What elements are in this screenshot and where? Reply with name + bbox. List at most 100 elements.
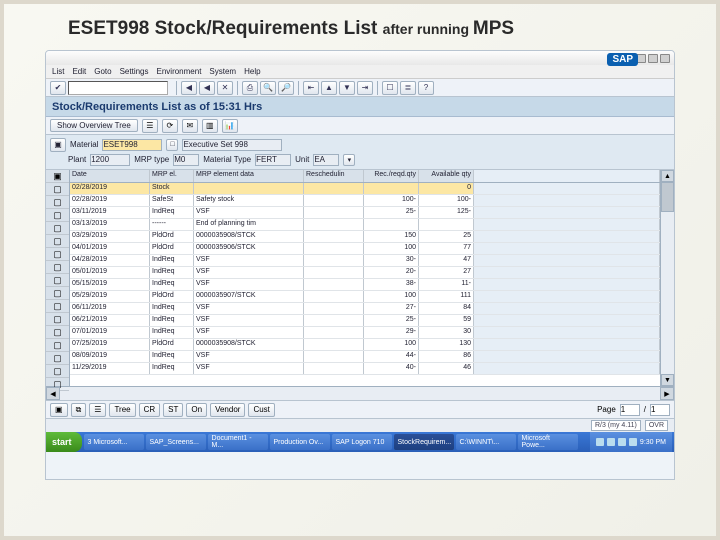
table-row[interactable]: 05/15/2019IndReqVSF38-11- xyxy=(70,279,660,291)
refresh-icon[interactable]: ⟳ xyxy=(162,119,178,133)
table-row[interactable]: 03/11/2019IndReqVSF25-125- xyxy=(70,207,660,219)
clock[interactable]: 9:30 PM xyxy=(640,439,666,446)
row-selector[interactable]: ▢ xyxy=(46,365,69,378)
row-selector[interactable]: ▢ xyxy=(46,248,69,261)
menu-help[interactable]: Help xyxy=(244,67,260,76)
menu-environment[interactable]: Environment xyxy=(157,67,202,76)
row-selector[interactable]: ▢ xyxy=(46,300,69,313)
close-button[interactable] xyxy=(660,54,670,63)
hscroll-track[interactable] xyxy=(60,387,660,400)
restore-button[interactable] xyxy=(648,54,658,63)
row-selector[interactable]: ▢ xyxy=(46,287,69,300)
material-field[interactable]: ESET998 xyxy=(102,139,162,151)
taskbar-item[interactable]: Document1 - M... xyxy=(208,434,268,450)
tray-icon[interactable] xyxy=(596,438,604,446)
taskbar-item[interactable]: Microsoft Powe... xyxy=(518,434,578,450)
taskbar-item[interactable]: C:\WINNT\... xyxy=(456,434,516,450)
table-row[interactable]: 08/09/2019IndReqVSF44-86 xyxy=(70,351,660,363)
scroll-down-icon[interactable]: ▼ xyxy=(661,374,674,386)
next-page-icon[interactable]: ▼ xyxy=(339,81,355,95)
row-selector[interactable]: ▢ xyxy=(46,339,69,352)
find-next-icon[interactable]: 🔎 xyxy=(278,81,294,95)
table-row[interactable]: 06/21/2019IndReqVSF25-59 xyxy=(70,315,660,327)
col-mrp-element[interactable]: MRP el. xyxy=(150,170,194,182)
taskbar-item[interactable]: SAP_Screens... xyxy=(146,434,206,450)
selection-expand-icon[interactable]: ▣ xyxy=(50,138,66,152)
table-row[interactable]: 02/28/2019SafeStSafety stock100-100- xyxy=(70,195,660,207)
last-page-icon[interactable]: ⇥ xyxy=(357,81,373,95)
start-button[interactable]: start xyxy=(46,432,82,452)
mail-icon[interactable]: ✉ xyxy=(182,119,198,133)
footer-btn-▣[interactable]: ▣ xyxy=(50,403,68,417)
find-icon[interactable]: 🔍 xyxy=(260,81,276,95)
scroll-left-icon[interactable]: ◀ xyxy=(46,387,60,400)
col-mrp-data[interactable]: MRP element data xyxy=(194,170,304,182)
row-selector-header[interactable]: ▣ xyxy=(46,170,69,183)
footer-btn-st[interactable]: ST xyxy=(163,403,183,417)
vertical-scrollbar[interactable]: ▲ ▼ xyxy=(660,170,674,386)
tray-icon[interactable] xyxy=(618,438,626,446)
row-selector[interactable]: ▢ xyxy=(46,196,69,209)
back-icon[interactable]: ◀ xyxy=(181,81,197,95)
help-icon[interactable]: ? xyxy=(418,81,434,95)
scroll-up-icon[interactable]: ▲ xyxy=(661,170,674,182)
menu-settings[interactable]: Settings xyxy=(120,67,149,76)
taskbar-item[interactable]: SAP Logon 710 xyxy=(332,434,392,450)
horizontal-scrollbar[interactable]: ◀ ▶ xyxy=(46,386,674,400)
row-selector[interactable]: ▢ xyxy=(46,313,69,326)
unit-matchcode-icon[interactable]: ▾ xyxy=(343,154,355,166)
table-row[interactable]: 07/25/2019PldOrd0000035908/STCK100130 xyxy=(70,339,660,351)
layout-icon[interactable]: ≣ xyxy=(400,81,416,95)
footer-btn-tree[interactable]: Tree xyxy=(109,403,135,417)
tray-icon[interactable] xyxy=(629,438,637,446)
taskbar-item[interactable]: StockRequirem... xyxy=(394,434,454,450)
row-selector[interactable]: ▢ xyxy=(46,209,69,222)
scroll-thumb[interactable] xyxy=(661,182,674,212)
tray-icon[interactable] xyxy=(607,438,615,446)
footer-btn-vendor[interactable]: Vendor xyxy=(210,403,245,417)
prev-page-icon[interactable]: ▲ xyxy=(321,81,337,95)
table-row[interactable]: 04/01/2019PldOrd0000035906/STCK10077 xyxy=(70,243,660,255)
layout-icon[interactable]: ▥ xyxy=(202,119,218,133)
col-rescheduling[interactable]: Reschedulin xyxy=(304,170,364,182)
row-selector[interactable]: ▢ xyxy=(46,222,69,235)
table-row[interactable]: 07/01/2019IndReqVSF29-30 xyxy=(70,327,660,339)
menu-edit[interactable]: Edit xyxy=(72,67,86,76)
col-date[interactable]: Date xyxy=(70,170,150,182)
taskbar-item[interactable]: Production Ov... xyxy=(270,434,330,450)
row-selector[interactable]: ▢ xyxy=(46,261,69,274)
page-current-field[interactable]: 1 xyxy=(620,404,640,416)
col-available[interactable]: Available qty xyxy=(419,170,474,182)
filter-icon[interactable]: ☰ xyxy=(142,119,158,133)
col-receipt-reqd[interactable]: Rec./reqd.qty xyxy=(364,170,419,182)
table-row[interactable]: 02/28/2019Stock0 xyxy=(70,183,660,195)
scroll-track[interactable] xyxy=(661,212,674,374)
footer-btn-cr[interactable]: CR xyxy=(139,403,161,417)
graphic-icon[interactable]: 📊 xyxy=(222,119,238,133)
first-page-icon[interactable]: ⇤ xyxy=(303,81,319,95)
menu-goto[interactable]: Goto xyxy=(94,67,111,76)
footer-btn-☰[interactable]: ☰ xyxy=(89,403,106,417)
footer-btn-⧉[interactable]: ⧉ xyxy=(71,403,87,417)
cancel-icon[interactable]: ✕ xyxy=(217,81,233,95)
table-row[interactable]: 05/01/2019IndReqVSF20-27 xyxy=(70,267,660,279)
matchcode-icon[interactable]: □ xyxy=(166,139,178,151)
command-field[interactable] xyxy=(68,81,168,95)
scroll-right-icon[interactable]: ▶ xyxy=(660,387,674,400)
footer-btn-cust[interactable]: Cust xyxy=(248,403,274,417)
table-row[interactable]: 06/11/2019IndReqVSF27-84 xyxy=(70,303,660,315)
exit-icon[interactable]: ◀ xyxy=(199,81,215,95)
table-row[interactable]: 03/29/2019PldOrd0000035908/STCK15025 xyxy=(70,231,660,243)
check-icon[interactable]: ✔ xyxy=(50,81,66,95)
new-session-icon[interactable]: ☐ xyxy=(382,81,398,95)
row-selector[interactable]: ▢ xyxy=(46,274,69,287)
taskbar-item[interactable]: 3 Microsoft... xyxy=(84,434,144,450)
menu-system[interactable]: System xyxy=(209,67,236,76)
row-selector[interactable]: ▢ xyxy=(46,326,69,339)
footer-btn-on[interactable]: On xyxy=(186,403,207,417)
row-selector[interactable]: ▢ xyxy=(46,352,69,365)
print-icon[interactable]: ⎙ xyxy=(242,81,258,95)
table-row[interactable]: 04/28/2019IndReqVSF30-47 xyxy=(70,255,660,267)
table-row[interactable]: 11/29/2019IndReqVSF40-46 xyxy=(70,363,660,375)
row-selector[interactable]: ▢ xyxy=(46,183,69,196)
